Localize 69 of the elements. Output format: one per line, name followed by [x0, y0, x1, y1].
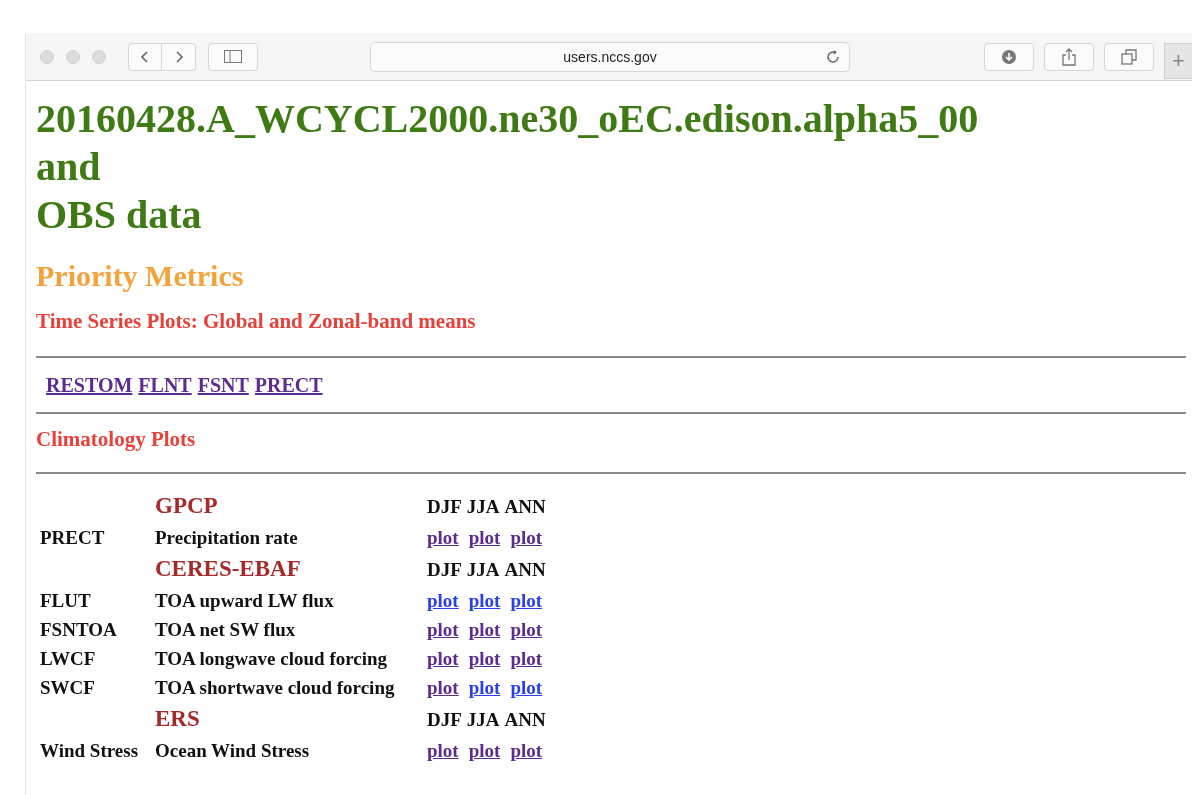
plot-link[interactable]: plot [427, 526, 459, 549]
variable-description: TOA net SW flux [155, 618, 297, 642]
plot-link[interactable]: plot [510, 589, 543, 612]
variable-description: TOA longwave cloud forcing [155, 647, 389, 671]
chevron-icon [173, 49, 184, 64]
reload-icon[interactable] [825, 48, 841, 65]
plot-link[interactable]: plot [468, 676, 501, 699]
download-button[interactable] [984, 42, 1034, 71]
plot-link[interactable]: plot [427, 618, 459, 641]
season-header: ANN [504, 707, 546, 732]
plot-link[interactable]: plot [427, 676, 459, 699]
chevron-icon [140, 49, 150, 64]
tabs-icon [1121, 48, 1137, 65]
season-header: DJF [427, 494, 462, 519]
sidebar-button[interactable] [208, 42, 258, 71]
plot-link[interactable]: plot [427, 739, 459, 762]
address-field[interactable]: users.nccs.gov [370, 41, 850, 72]
section-heading: Priority Metrics [36, 258, 245, 294]
plot-link[interactable]: plot [510, 618, 543, 641]
window-control-dot[interactable] [40, 49, 54, 64]
variable-description: TOA upward LW flux [155, 589, 335, 613]
variable-name: FLUT [40, 589, 92, 613]
section-subheading: Time Series Plots: Global and Zonal-band means [36, 308, 477, 335]
variable-description: Ocean Wind Stress [155, 739, 311, 763]
page-title: OBS data [36, 191, 203, 239]
window-control-dot[interactable] [92, 49, 106, 64]
season-header: JJA [466, 494, 500, 519]
variable-name: FSNTOA [40, 618, 118, 642]
time-series-link[interactable]: FLNT [138, 373, 192, 397]
plot-link[interactable]: plot [427, 589, 459, 612]
season-header: JJA [466, 557, 500, 582]
season-header: DJF [427, 557, 462, 582]
variable-name: SWCF [40, 676, 96, 700]
plot-link[interactable]: plot [468, 739, 501, 762]
plot-link[interactable]: plot [510, 647, 543, 670]
variable-name: Wind Stress [40, 739, 140, 763]
source-name: GPCP [155, 492, 219, 520]
variable-description: Precipitation rate [155, 526, 299, 550]
variable-description: TOA shortwave cloud forcing [155, 676, 396, 700]
page-title: and [36, 143, 102, 191]
plot-link[interactable]: plot [510, 739, 543, 762]
source-name: ERS [155, 705, 201, 733]
season-header: ANN [504, 494, 546, 519]
plot-link[interactable]: plot [510, 526, 543, 549]
season-header: JJA [466, 707, 500, 732]
plot-link[interactable]: plot [468, 526, 501, 549]
window-control-dot[interactable] [66, 49, 80, 64]
tabs-button[interactable] [1104, 42, 1154, 71]
plot-link[interactable]: plot [468, 647, 501, 670]
download-icon [1001, 48, 1017, 65]
forward-button[interactable] [162, 42, 196, 71]
time-series-link[interactable]: FSNT [197, 373, 249, 397]
section-subheading: Climatology Plots [36, 426, 197, 453]
time-series-link[interactable]: RESTOM [46, 373, 133, 397]
time-series-link[interactable]: PRECT [254, 373, 323, 397]
share-icon [1062, 47, 1076, 66]
source-name: CERES-EBAF [155, 555, 302, 583]
season-header: DJF [427, 707, 462, 732]
variable-name: LWCF [40, 647, 97, 671]
page-title: 20160428.A_WCYCL2000.ne30_oEC.edison.alpha5_00 [36, 95, 980, 143]
season-header: ANN [504, 557, 546, 582]
plot-link[interactable]: plot [427, 647, 459, 670]
plot-link[interactable]: plot [468, 618, 501, 641]
plot-link[interactable]: plot [510, 676, 543, 699]
share-button[interactable] [1044, 42, 1094, 71]
plot-link[interactable]: plot [468, 589, 501, 612]
variable-name: PRECT [40, 526, 106, 550]
sidebar-icon [224, 50, 242, 63]
back-button[interactable] [128, 42, 162, 71]
